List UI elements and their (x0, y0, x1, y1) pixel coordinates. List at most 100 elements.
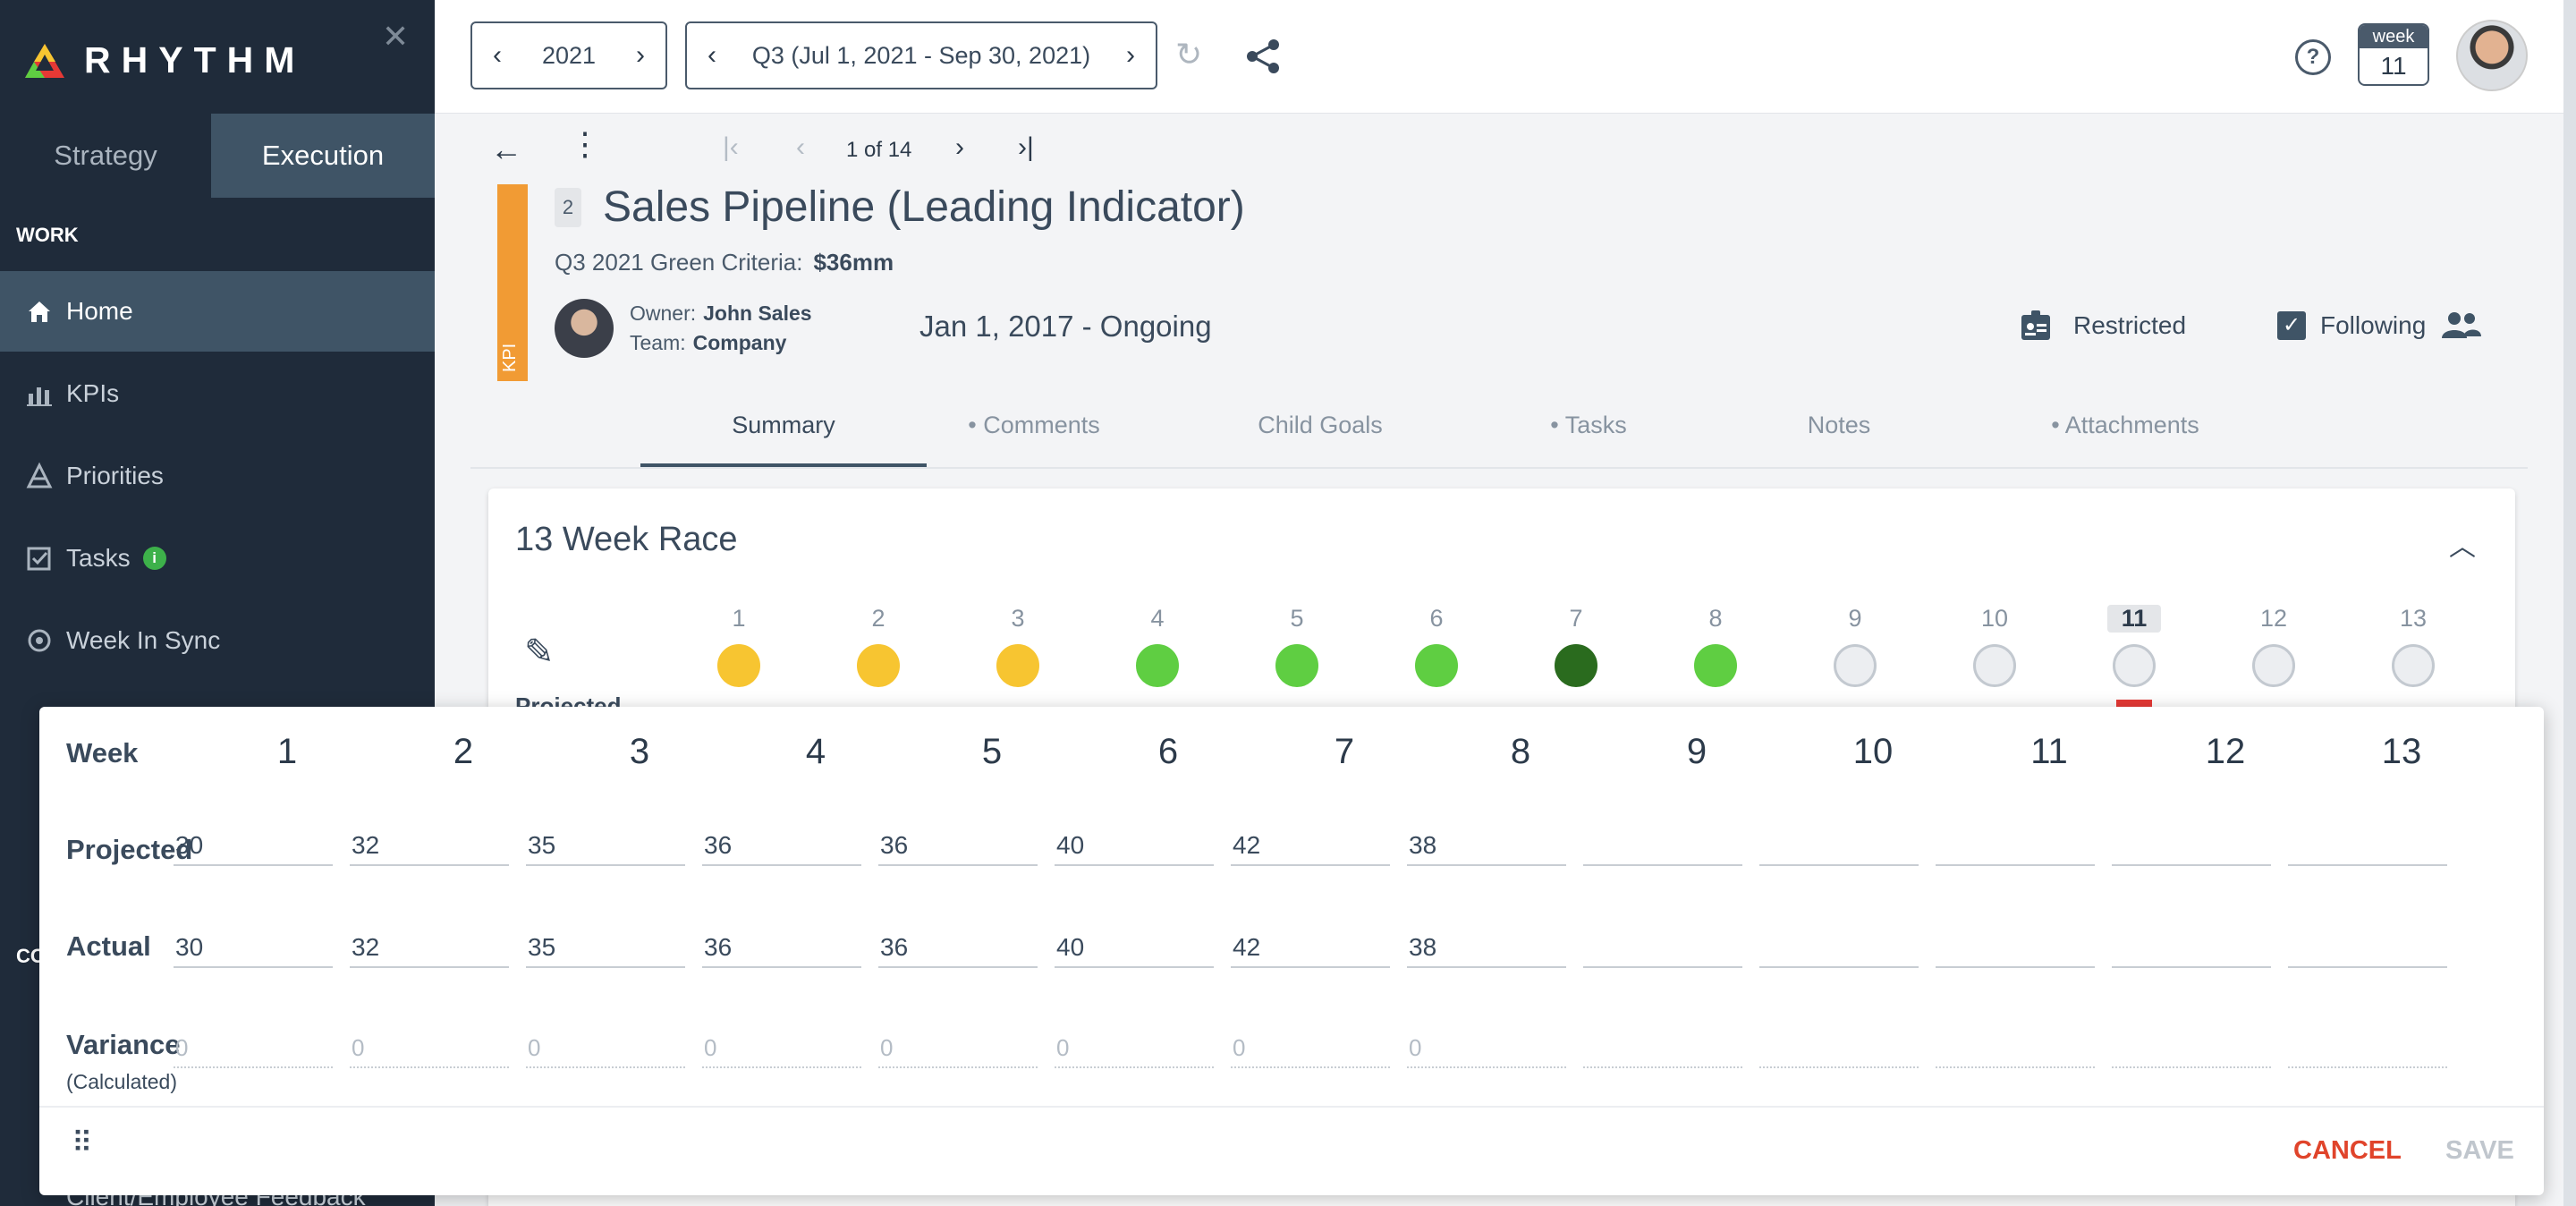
first-page-icon[interactable]: |‹ (723, 132, 739, 163)
variance-input: 0 (878, 1027, 1038, 1068)
tab-attachments[interactable]: • Attachments (2009, 412, 2241, 439)
next-page-icon[interactable]: › (955, 132, 964, 163)
projected-input[interactable] (2288, 825, 2447, 866)
actual-input[interactable]: 38 (1407, 927, 1566, 968)
race-status-dot[interactable] (1834, 644, 1877, 687)
team-name[interactable]: Company (693, 331, 787, 354)
actual-input[interactable]: 32 (350, 927, 509, 968)
race-status-dot[interactable] (1973, 644, 2016, 687)
quarter-selector[interactable]: ‹ Q3 (Jul 1, 2021 - Sep 30, 2021) › (685, 21, 1157, 89)
info-icon[interactable]: i (142, 547, 166, 570)
following-checkbox[interactable]: ✓ (2277, 311, 2306, 340)
share-icon[interactable] (1245, 38, 1281, 75)
actual-input[interactable]: 40 (1055, 927, 1214, 968)
projected-input[interactable]: 42 (1231, 825, 1390, 866)
projected-input[interactable]: 38 (1407, 825, 1566, 866)
following-toggle[interactable]: ✓ Following (2277, 308, 2483, 344)
tab-label: Attachments (2064, 412, 2199, 438)
section-work-label: WORK (16, 224, 79, 246)
sidebar-item-home[interactable]: Home (0, 271, 435, 352)
back-arrow-icon[interactable]: ← (490, 131, 522, 168)
projected-input[interactable] (1583, 825, 1742, 866)
actual-input[interactable]: 36 (878, 927, 1038, 968)
sidebar-item-tasks[interactable]: Tasks i (0, 518, 435, 599)
save-button[interactable]: SAVE (2445, 1136, 2514, 1166)
race-status-dot[interactable] (2252, 644, 2295, 687)
sidebar-item-priorities[interactable]: Priorities (0, 436, 435, 516)
chevron-right-icon[interactable]: › (615, 40, 665, 71)
actual-input[interactable] (2112, 927, 2271, 968)
tab-execution[interactable]: Execution (211, 114, 435, 198)
race-status-dot[interactable] (2392, 644, 2435, 687)
actual-input[interactable] (1583, 927, 1742, 968)
chevron-left-icon[interactable]: ‹ (687, 40, 737, 71)
week-label: week (2360, 25, 2428, 48)
chevron-right-icon[interactable]: › (1106, 40, 1156, 71)
actual-input[interactable] (2288, 927, 2447, 968)
race-status-dot[interactable] (1415, 644, 1458, 687)
last-page-icon[interactable]: ›| (1018, 132, 1034, 163)
brand-name: RHYTHM (84, 39, 306, 81)
tab-tasks[interactable]: • Tasks (1499, 412, 1678, 439)
race-status-dot[interactable] (1275, 644, 1318, 687)
cancel-button[interactable]: CANCEL (2293, 1136, 2402, 1166)
week-column-header: 11 (2030, 732, 2068, 771)
restricted-toggle[interactable]: Restricted (2018, 308, 2186, 344)
projected-input[interactable]: 35 (526, 825, 685, 866)
variance-input: 0 (702, 1027, 861, 1068)
people-icon[interactable] (2440, 308, 2483, 344)
page-indicator: 1 of 14 (846, 138, 912, 162)
actual-input[interactable]: 42 (1231, 927, 1390, 968)
race-status-dot[interactable] (996, 644, 1039, 687)
refresh-icon[interactable]: ↻ (1175, 36, 1202, 73)
detail-tabs: Summary • Comments Child Goals • Tasks N… (640, 394, 2340, 469)
owner-info: Owner: John Sales Team: Company (630, 299, 812, 358)
actual-input[interactable]: 36 (702, 927, 861, 968)
chevron-up-icon[interactable]: ︿ (2449, 524, 2476, 564)
race-status-dot[interactable] (1694, 644, 1737, 687)
race-status-dot[interactable] (2113, 644, 2156, 687)
projected-input[interactable] (1759, 825, 1919, 866)
projected-input[interactable] (1936, 825, 2095, 866)
projected-input[interactable]: 30 (174, 825, 333, 866)
chevron-left-icon[interactable]: ‹ (472, 40, 522, 71)
race-status-dot[interactable] (717, 644, 760, 687)
race-status-dot[interactable] (857, 644, 900, 687)
year-selector[interactable]: ‹ 2021 › (470, 21, 667, 89)
race-week-label: 4 (1150, 605, 1165, 632)
tab-strategy[interactable]: Strategy (0, 114, 211, 198)
projected-input[interactable]: 40 (1055, 825, 1214, 866)
owner-avatar[interactable] (555, 299, 614, 358)
prev-page-icon[interactable]: ‹ (796, 132, 805, 163)
race-week-label: 7 (1569, 605, 1583, 632)
projected-input[interactable] (2112, 825, 2271, 866)
sidebar-item-kpis[interactable]: KPIs (0, 353, 435, 434)
actual-input[interactable]: 30 (174, 927, 333, 968)
race-status-dot[interactable] (1555, 644, 1597, 687)
close-icon[interactable]: ✕ (382, 18, 409, 55)
race-title: 13 Week Race (515, 521, 738, 558)
topbar: ‹ 2021 › ‹ Q3 (Jul 1, 2021 - Sep 30, 202… (435, 0, 2576, 114)
actual-input[interactable] (1936, 927, 2095, 968)
tab-summary[interactable]: Summary (640, 412, 927, 439)
actual-input[interactable]: 35 (526, 927, 685, 968)
owner-name[interactable]: John Sales (703, 302, 811, 325)
sidebar-item-week-in-sync[interactable]: Week In Sync (0, 600, 435, 681)
tab-comments[interactable]: • Comments (918, 412, 1150, 439)
week-column-header: 9 (1686, 732, 1707, 771)
logo[interactable]: RHYTHM (23, 39, 305, 81)
drag-handle-icon[interactable]: ⠿ (72, 1128, 94, 1157)
edit-pencil-icon[interactable]: ✎ (524, 632, 555, 673)
race-status-dot[interactable] (1136, 644, 1179, 687)
help-icon[interactable]: ? (2295, 39, 2331, 75)
tab-notes[interactable]: Notes (1750, 412, 1928, 439)
more-vert-icon[interactable]: ⋮ (569, 125, 601, 163)
variance-input (2288, 1027, 2447, 1068)
projected-input[interactable]: 32 (350, 825, 509, 866)
projected-input[interactable]: 36 (878, 825, 1038, 866)
tab-child-goals[interactable]: Child Goals (1213, 412, 1428, 439)
race-week-label: 3 (1011, 605, 1025, 632)
actual-input[interactable] (1759, 927, 1919, 968)
user-avatar[interactable] (2456, 20, 2528, 91)
projected-input[interactable]: 36 (702, 825, 861, 866)
